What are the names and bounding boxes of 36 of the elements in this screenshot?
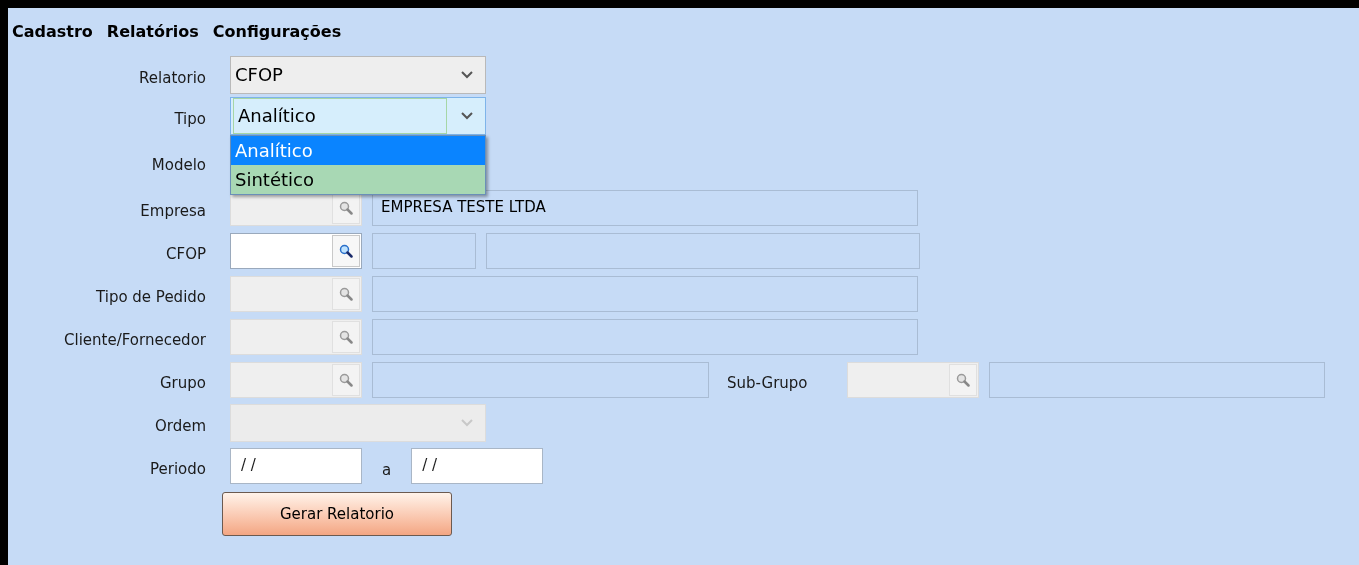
dropdown[interactable]: CFOP xyxy=(230,55,486,94)
search-icon xyxy=(339,243,353,258)
dropdown-option[interactable]: Analítico xyxy=(231,135,485,165)
search-icon xyxy=(339,286,353,301)
field-label: CFOP xyxy=(165,244,206,266)
search-icon xyxy=(339,200,353,215)
description-field: EMPRESA TESTE LTDA xyxy=(372,189,918,226)
field-label: Tipo de Pedido xyxy=(95,287,206,309)
code-field[interactable] xyxy=(230,232,362,269)
search-icon xyxy=(339,372,353,387)
dropdown-value: Analítico xyxy=(238,104,316,128)
date-field[interactable]: / / xyxy=(411,447,544,484)
search-icon xyxy=(339,329,353,344)
field-label: Tipo xyxy=(173,109,206,131)
field-label: Periodo xyxy=(149,459,206,481)
field-label: Cliente/Fornecedor xyxy=(63,330,206,352)
chevron-down-icon xyxy=(461,70,473,79)
date-field[interactable]: / / xyxy=(230,447,362,484)
menu-item[interactable]: Relatórios xyxy=(106,20,199,54)
menu-item[interactable]: Cadastro xyxy=(12,20,93,54)
chevron-down-icon xyxy=(461,418,473,427)
field-label: Relatorio xyxy=(138,68,206,90)
field-label: Grupo xyxy=(159,373,206,395)
dropdown-value: CFOP xyxy=(235,63,283,87)
field-label: Sub-Grupo xyxy=(727,373,809,395)
menu-item[interactable]: Configurações xyxy=(212,20,342,54)
search-button[interactable] xyxy=(332,234,360,267)
field-label: Modelo xyxy=(150,154,206,176)
chevron-down-icon xyxy=(461,111,473,120)
generate-report-button[interactable]: Gerar Relatorio xyxy=(222,492,452,536)
field-label: Ordem xyxy=(153,416,206,438)
search-icon xyxy=(956,372,970,387)
range-separator: a xyxy=(382,460,392,482)
dropdown[interactable]: Analítico xyxy=(230,96,486,135)
dropdown-option[interactable]: Sintético xyxy=(231,164,485,194)
field-label: Empresa xyxy=(139,201,206,223)
